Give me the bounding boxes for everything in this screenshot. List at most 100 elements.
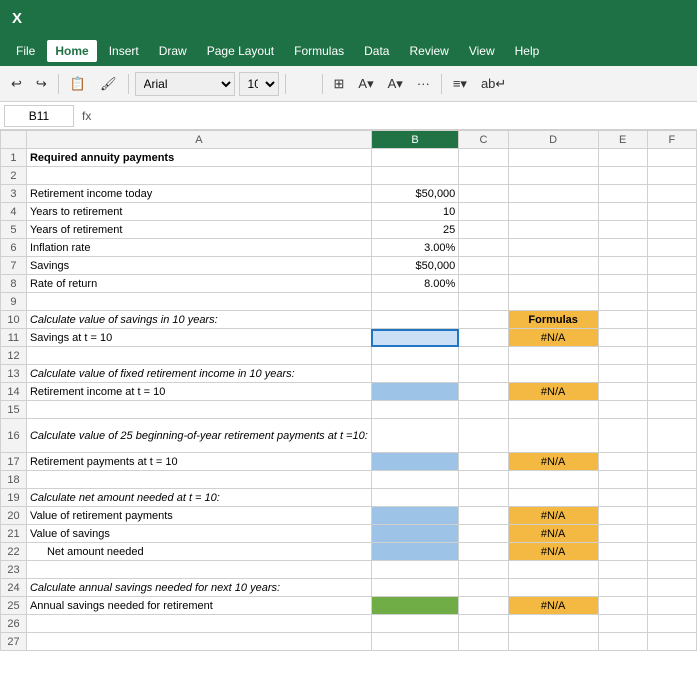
cell-c21[interactable]	[459, 525, 508, 543]
cell-d3[interactable]	[508, 185, 598, 203]
cell-e13[interactable]	[598, 365, 647, 383]
cell-e7[interactable]	[598, 257, 647, 275]
cell-b6[interactable]: 3.00%	[371, 239, 459, 257]
cell-a18[interactable]	[26, 471, 371, 489]
cell-f16[interactable]	[647, 419, 696, 453]
cell-b2[interactable]	[371, 167, 459, 185]
menu-data[interactable]: Data	[356, 40, 397, 62]
cell-a25[interactable]: Annual savings needed for retirement	[26, 597, 371, 615]
col-header-a[interactable]: A	[26, 131, 371, 149]
cell-c1[interactable]	[459, 149, 508, 167]
cell-c9[interactable]	[459, 293, 508, 311]
bold-button[interactable]	[292, 81, 302, 87]
menu-insert[interactable]: Insert	[101, 40, 147, 62]
cell-c24[interactable]	[459, 579, 508, 597]
fill-color-button[interactable]: A▾	[353, 73, 378, 95]
menu-file[interactable]: File	[8, 40, 43, 62]
cell-b5[interactable]: 25	[371, 221, 459, 239]
cell-a13[interactable]: Calculate value of fixed retirement inco…	[26, 365, 371, 383]
cell-e17[interactable]	[598, 453, 647, 471]
menu-home[interactable]: Home	[47, 40, 96, 62]
cell-b12[interactable]	[371, 347, 459, 365]
cell-f14[interactable]	[647, 383, 696, 401]
cell-a1[interactable]: Required annuity payments	[26, 149, 371, 167]
cell-f26[interactable]	[647, 615, 696, 633]
cell-b21[interactable]	[371, 525, 459, 543]
cell-c3[interactable]	[459, 185, 508, 203]
cell-e11[interactable]	[598, 329, 647, 347]
cell-b25[interactable]	[371, 597, 459, 615]
cell-b8[interactable]: 8.00%	[371, 275, 459, 293]
cell-d15[interactable]	[508, 401, 598, 419]
cell-e3[interactable]	[598, 185, 647, 203]
cell-c8[interactable]	[459, 275, 508, 293]
col-header-e[interactable]: E	[598, 131, 647, 149]
cell-d10[interactable]: Formulas	[508, 311, 598, 329]
cell-a21[interactable]: Value of savings	[26, 525, 371, 543]
formula-input[interactable]	[99, 105, 693, 127]
cell-b14[interactable]	[371, 383, 459, 401]
cell-b20[interactable]	[371, 507, 459, 525]
cell-d7[interactable]	[508, 257, 598, 275]
cell-c25[interactable]	[459, 597, 508, 615]
cell-f12[interactable]	[647, 347, 696, 365]
cell-d16[interactable]	[508, 419, 598, 453]
cell-d13[interactable]	[508, 365, 598, 383]
cell-c4[interactable]	[459, 203, 508, 221]
cell-d6[interactable]	[508, 239, 598, 257]
cell-d26[interactable]	[508, 615, 598, 633]
cell-e2[interactable]	[598, 167, 647, 185]
cell-c19[interactable]	[459, 489, 508, 507]
cell-d19[interactable]	[508, 489, 598, 507]
cell-c2[interactable]	[459, 167, 508, 185]
cell-c23[interactable]	[459, 561, 508, 579]
cell-b17[interactable]	[371, 453, 459, 471]
cell-d11[interactable]: #N/A	[508, 329, 598, 347]
cell-c26[interactable]	[459, 615, 508, 633]
cell-b27[interactable]	[371, 633, 459, 651]
menu-review[interactable]: Review	[401, 40, 456, 62]
font-selector[interactable]: Arial	[135, 72, 235, 96]
cell-b18[interactable]	[371, 471, 459, 489]
cell-b7[interactable]: $50,000	[371, 257, 459, 275]
cell-e18[interactable]	[598, 471, 647, 489]
format-painter-button[interactable]: 🖌	[95, 73, 122, 95]
cell-b9[interactable]	[371, 293, 459, 311]
cell-f7[interactable]	[647, 257, 696, 275]
cell-f19[interactable]	[647, 489, 696, 507]
cell-e16[interactable]	[598, 419, 647, 453]
more-button[interactable]: ···	[412, 73, 435, 94]
cell-a26[interactable]	[26, 615, 371, 633]
cell-f5[interactable]	[647, 221, 696, 239]
cell-f22[interactable]	[647, 543, 696, 561]
col-header-b[interactable]: B	[371, 131, 459, 149]
cell-e14[interactable]	[598, 383, 647, 401]
cell-d20[interactable]: #N/A	[508, 507, 598, 525]
cell-f27[interactable]	[647, 633, 696, 651]
cell-a17[interactable]: Retirement payments at t = 10	[26, 453, 371, 471]
cell-c6[interactable]	[459, 239, 508, 257]
cell-f13[interactable]	[647, 365, 696, 383]
wrap-button[interactable]: ≡▾	[448, 73, 472, 95]
cell-a3[interactable]: Retirement income today	[26, 185, 371, 203]
cell-f4[interactable]	[647, 203, 696, 221]
cell-a14[interactable]: Retirement income at t = 10	[26, 383, 371, 401]
menu-formulas[interactable]: Formulas	[286, 40, 352, 62]
cell-d8[interactable]	[508, 275, 598, 293]
cell-f10[interactable]	[647, 311, 696, 329]
cell-e26[interactable]	[598, 615, 647, 633]
cell-b3[interactable]: $50,000	[371, 185, 459, 203]
cell-a8[interactable]: Rate of return	[26, 275, 371, 293]
menu-draw[interactable]: Draw	[151, 40, 195, 62]
spreadsheet-container[interactable]: A B C D E F 1Required annuity payments23…	[0, 130, 697, 679]
cell-f11[interactable]	[647, 329, 696, 347]
menu-page-layout[interactable]: Page Layout	[199, 40, 282, 62]
cell-a23[interactable]	[26, 561, 371, 579]
cell-e23[interactable]	[598, 561, 647, 579]
cell-c14[interactable]	[459, 383, 508, 401]
cell-e22[interactable]	[598, 543, 647, 561]
cell-a15[interactable]	[26, 401, 371, 419]
cell-d4[interactable]	[508, 203, 598, 221]
cell-a16[interactable]: Calculate value of 25 beginning-of-year …	[26, 419, 371, 453]
cell-d1[interactable]	[508, 149, 598, 167]
